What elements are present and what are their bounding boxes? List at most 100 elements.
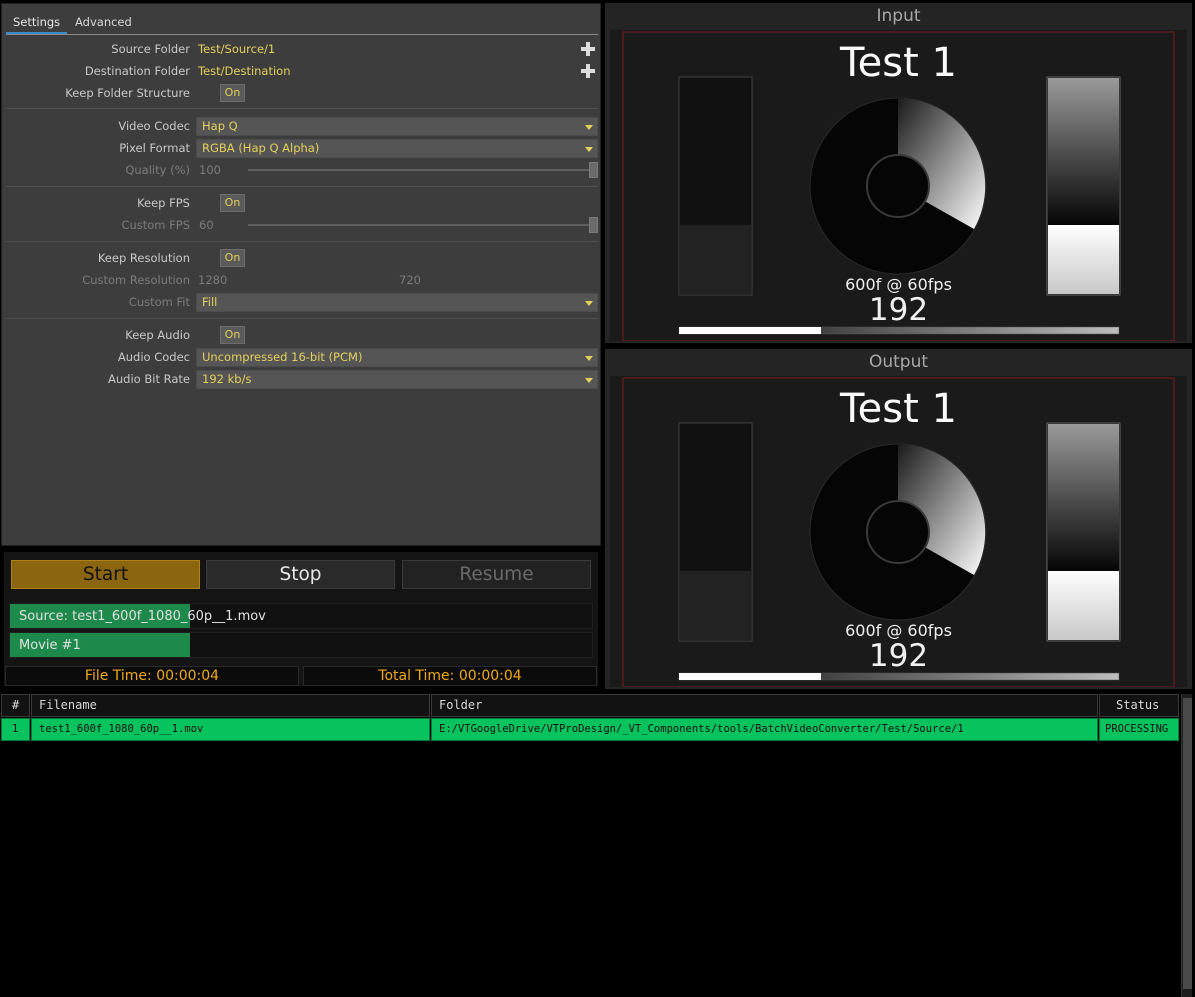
batch-video-converter-window: Settings Advanced Source Folder Test/Sou…: [0, 0, 1195, 997]
file-time: File Time: 00:00:04: [5, 666, 299, 686]
input-monitor-title: Input: [876, 6, 921, 26]
output-frame-title: Test 1: [840, 386, 957, 432]
quality-slider[interactable]: [248, 162, 598, 178]
output-monitor-title: Output: [868, 352, 929, 372]
custom-fit-row: Custom Fit Fill: [2, 292, 600, 312]
audio-bit-rate-label: Audio Bit Rate: [108, 372, 190, 386]
chevron-down-icon: [585, 378, 593, 383]
keep-fps-toggle[interactable]: On: [220, 194, 245, 212]
divider: [6, 318, 598, 319]
quality-label: Quality (%): [125, 163, 190, 177]
movie-progress-label: Movie #1: [19, 638, 81, 653]
custom-resolution-row: Custom Resolution 1280 720: [2, 270, 600, 290]
timeline-progress: [679, 327, 821, 334]
keep-resolution-label: Keep Resolution: [97, 251, 190, 265]
slider-handle[interactable]: [589, 217, 598, 233]
audio-bit-rate-row: Audio Bit Rate 192 kb/s: [2, 369, 600, 389]
custom-resolution-height: 720: [399, 273, 421, 287]
audio-codec-row: Audio Codec Uncompressed 16-bit (PCM): [2, 347, 600, 367]
tab-advanced[interactable]: Advanced: [68, 13, 139, 34]
input-preview: Test 1 600f @ 60fps 192: [610, 30, 1187, 341]
table-cell-folder[interactable]: E:/VTGoogleDrive/VTProDesign/_VT_Compone…: [431, 718, 1098, 741]
source-progress-label: Source: test1_600f_1080_60p__1.mov: [19, 609, 266, 624]
file-queue-table: # Filename Folder Status 1 test1_600f_10…: [0, 694, 1180, 997]
input-frame-number: 192: [868, 292, 929, 328]
audio-codec-label: Audio Codec: [117, 350, 190, 364]
pixel-format-row: Pixel Format RGBA (Hap Q Alpha): [2, 138, 600, 158]
pixel-format-label: Pixel Format: [119, 141, 190, 155]
source-folder-value[interactable]: Test/Source/1: [198, 39, 275, 59]
input-monitor: Input Test 1 600f @ 60fps 192: [605, 3, 1192, 343]
keep-resolution-row: Keep Resolution On: [2, 248, 600, 268]
chevron-down-icon: [585, 356, 593, 361]
tab-bar: Settings Advanced: [6, 13, 598, 35]
add-destination-folder-icon[interactable]: [581, 64, 595, 78]
divider: [6, 186, 598, 187]
add-source-folder-icon[interactable]: [581, 42, 595, 56]
custom-fit-dropdown[interactable]: Fill: [196, 293, 598, 312]
audio-codec-dropdown[interactable]: Uncompressed 16-bit (PCM): [196, 348, 598, 367]
destination-folder-row: Destination Folder Test/Destination: [2, 61, 600, 81]
right-gradient-fill: [1048, 424, 1119, 571]
output-monitor: Output Test 1 600f @ 60fps 192: [605, 349, 1192, 689]
custom-fps-slider[interactable]: [248, 217, 598, 233]
keep-fps-row: Keep FPS On: [2, 193, 600, 213]
custom-fps-label: Custom FPS: [121, 218, 190, 232]
pixel-format-value: RGBA (Hap Q Alpha): [202, 141, 320, 155]
table-cell-filename[interactable]: test1_600f_1080_60p__1.mov: [31, 718, 430, 741]
video-codec-row: Video Codec Hap Q: [2, 116, 600, 136]
scrollbar-thumb[interactable]: [1183, 698, 1192, 989]
table-scrollbar[interactable]: [1181, 694, 1192, 997]
audio-codec-value: Uncompressed 16-bit (PCM): [202, 350, 363, 364]
column-header-status[interactable]: Status: [1099, 694, 1179, 717]
column-header-filename[interactable]: Filename: [31, 694, 430, 717]
right-gradient-fill: [1048, 78, 1119, 225]
column-header-number[interactable]: #: [1, 694, 30, 717]
transport-panel: Start Stop Resume Source: test1_600f_108…: [4, 552, 598, 686]
clock-hub: [866, 154, 930, 218]
destination-folder-label: Destination Folder: [84, 64, 190, 78]
chevron-down-icon: [585, 147, 593, 152]
divider: [6, 241, 598, 242]
video-codec-label: Video Codec: [118, 119, 190, 133]
custom-resolution-label: Custom Resolution: [82, 273, 190, 287]
output-preview: Test 1 600f @ 60fps 192: [610, 376, 1187, 687]
start-button[interactable]: Start: [11, 560, 200, 589]
source-folder-label: Source Folder: [111, 42, 190, 56]
left-gradient-fill: [680, 424, 751, 571]
custom-fps-row: Custom FPS 60: [2, 215, 600, 235]
custom-fps-value: 60: [199, 218, 214, 232]
keep-folder-structure-toggle[interactable]: On: [220, 84, 245, 102]
table-cell-status[interactable]: PROCESSING: [1099, 718, 1179, 741]
chevron-down-icon: [585, 125, 593, 130]
source-progress-bar: Source: test1_600f_1080_60p__1.mov: [9, 603, 593, 629]
clock-hub: [866, 500, 930, 564]
destination-folder-value[interactable]: Test/Destination: [198, 61, 291, 81]
custom-resolution-width: 1280: [198, 273, 228, 287]
keep-resolution-toggle[interactable]: On: [220, 249, 245, 267]
chevron-down-icon: [585, 301, 593, 306]
keep-audio-label: Keep Audio: [125, 328, 190, 342]
audio-bit-rate-value: 192 kb/s: [202, 372, 252, 386]
input-frame-title: Test 1: [840, 40, 957, 86]
total-time: Total Time: 00:00:04: [303, 666, 597, 686]
table-cell-number[interactable]: 1: [1, 718, 30, 741]
keep-audio-row: Keep Audio On: [2, 325, 600, 345]
keep-audio-toggle[interactable]: On: [220, 326, 245, 344]
movie-progress-bar: Movie #1: [9, 632, 593, 658]
keep-folder-structure-row: Keep Folder Structure On: [2, 83, 600, 103]
audio-bit-rate-dropdown[interactable]: 192 kb/s: [196, 370, 598, 389]
timeline-progress: [679, 673, 821, 680]
video-codec-dropdown[interactable]: Hap Q: [196, 117, 598, 136]
left-gradient-fill: [680, 78, 751, 225]
settings-panel: Settings Advanced Source Folder Test/Sou…: [1, 3, 601, 546]
pixel-format-dropdown[interactable]: RGBA (Hap Q Alpha): [196, 139, 598, 158]
quality-value: 100: [199, 163, 221, 177]
tab-settings[interactable]: Settings: [6, 13, 68, 34]
column-header-folder[interactable]: Folder: [431, 694, 1098, 717]
resume-button[interactable]: Resume: [402, 560, 591, 589]
source-folder-row: Source Folder Test/Source/1: [2, 39, 600, 59]
custom-fit-label: Custom Fit: [128, 295, 190, 309]
slider-handle[interactable]: [589, 162, 598, 178]
stop-button[interactable]: Stop: [206, 560, 395, 589]
